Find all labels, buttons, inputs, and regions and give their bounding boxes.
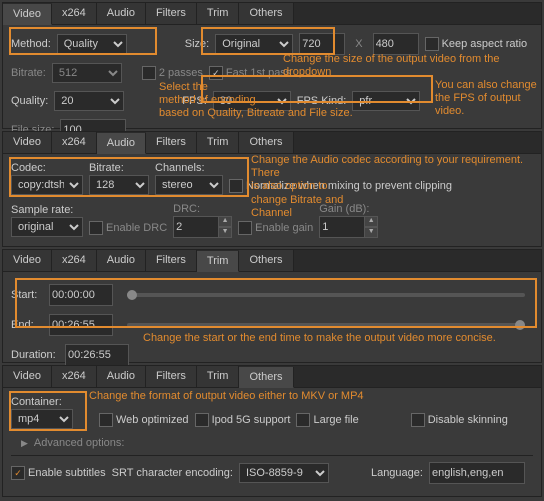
height-input[interactable] bbox=[373, 33, 419, 55]
tab-others[interactable]: Others bbox=[239, 3, 293, 24]
tab-video[interactable]: Video bbox=[3, 4, 52, 25]
drc-down[interactable]: ▼ bbox=[218, 227, 232, 238]
fpskind-select[interactable]: pfr bbox=[352, 91, 420, 111]
disableskin-checkbox[interactable] bbox=[411, 413, 425, 427]
advopt-label: Advanced options: bbox=[34, 437, 125, 449]
enablegain-checkbox[interactable] bbox=[238, 221, 252, 235]
chevron-right-icon[interactable]: ▶ bbox=[21, 438, 28, 449]
abitrate-select[interactable]: 128 bbox=[89, 175, 149, 195]
keep-aspect-label: Keep aspect ratio bbox=[442, 38, 528, 50]
fpskind-label: FPS Kind: bbox=[297, 95, 347, 107]
tab-audio[interactable]: Audio bbox=[97, 366, 146, 387]
twopass-label: 2 passes bbox=[159, 67, 203, 79]
normalize-label: Normalize when mixing to prevent clippin… bbox=[246, 180, 452, 192]
size-label: Size: bbox=[185, 38, 209, 50]
disableskin-label: Disable skinning bbox=[428, 414, 508, 426]
tab-audio[interactable]: Audio bbox=[97, 3, 146, 24]
tab-trim[interactable]: Trim bbox=[197, 366, 240, 387]
enablesub-checkbox[interactable]: ✓ bbox=[11, 466, 25, 480]
tab-x264[interactable]: x264 bbox=[52, 3, 97, 24]
bitrate-select[interactable]: 512 bbox=[52, 63, 122, 83]
srt-label: SRT character encoding: bbox=[112, 467, 233, 479]
tab-others[interactable]: Others bbox=[239, 367, 293, 388]
largefile-checkbox[interactable] bbox=[296, 413, 310, 427]
bitrate-label: Bitrate: bbox=[11, 67, 46, 79]
start-label: Start: bbox=[11, 289, 43, 301]
method-select[interactable]: Quality bbox=[57, 34, 127, 54]
end-input[interactable] bbox=[49, 314, 113, 336]
tab-video[interactable]: Video bbox=[3, 366, 52, 387]
samplerate-select[interactable]: original bbox=[11, 217, 83, 237]
start-slider[interactable] bbox=[127, 293, 525, 297]
abitrate-label: Bitrate: bbox=[89, 162, 149, 174]
fps-label: FPS: bbox=[182, 95, 206, 107]
tab-trim[interactable]: Trim bbox=[197, 132, 240, 153]
tabs-video-panel: Video x264 Audio Filters Trim Others bbox=[3, 3, 541, 25]
tab-audio[interactable]: Audio bbox=[97, 133, 146, 154]
ipod-checkbox[interactable] bbox=[195, 413, 209, 427]
enabledrc-label: Enable DRC bbox=[106, 222, 167, 234]
start-input[interactable] bbox=[49, 284, 113, 306]
tab-filters[interactable]: Filters bbox=[146, 366, 197, 387]
fps-select[interactable]: 30 bbox=[213, 91, 291, 111]
twopass-checkbox[interactable] bbox=[142, 66, 156, 80]
srt-select[interactable]: ISO-8859-9 bbox=[239, 463, 329, 483]
enabledrc-checkbox[interactable] bbox=[89, 221, 103, 235]
gain-input[interactable] bbox=[319, 216, 365, 238]
enablegain-label: Enable gain bbox=[255, 222, 313, 234]
drc-up[interactable]: ▲ bbox=[218, 216, 232, 227]
tab-audio[interactable]: Audio bbox=[97, 250, 146, 271]
channels-label: Channels: bbox=[155, 162, 223, 174]
tab-video[interactable]: Video bbox=[3, 132, 52, 153]
tab-filters[interactable]: Filters bbox=[146, 132, 197, 153]
gain-up[interactable]: ▲ bbox=[364, 216, 378, 227]
end-slider[interactable] bbox=[127, 323, 525, 327]
size-select[interactable]: Original bbox=[215, 34, 293, 54]
tab-trim[interactable]: Trim bbox=[197, 3, 240, 24]
width-input[interactable] bbox=[299, 33, 345, 55]
duration-input[interactable] bbox=[65, 344, 129, 366]
tab-x264[interactable]: x264 bbox=[52, 250, 97, 271]
tab-trim[interactable]: Trim bbox=[197, 251, 240, 272]
tab-x264[interactable]: x264 bbox=[52, 132, 97, 153]
codec-select[interactable]: copy:dtshd bbox=[11, 175, 83, 195]
channels-select[interactable]: stereo bbox=[155, 175, 223, 195]
drc-input[interactable] bbox=[173, 216, 219, 238]
tab-filters[interactable]: Filters bbox=[146, 3, 197, 24]
tab-video[interactable]: Video bbox=[3, 250, 52, 271]
end-label: End: bbox=[11, 319, 43, 331]
size-x: X bbox=[351, 38, 366, 50]
gain-label: Gain (dB): bbox=[319, 203, 378, 215]
gain-down[interactable]: ▼ bbox=[364, 227, 378, 238]
tab-others[interactable]: Others bbox=[239, 250, 293, 271]
tab-filters[interactable]: Filters bbox=[146, 250, 197, 271]
largefile-label: Large file bbox=[313, 414, 358, 426]
lang-label: Language: bbox=[371, 467, 423, 479]
webopt-label: Web optimized bbox=[116, 414, 189, 426]
drc-label: DRC: bbox=[173, 203, 232, 215]
keep-aspect-checkbox[interactable] bbox=[425, 37, 439, 51]
fast1st-label: Fast 1st pass bbox=[226, 67, 291, 79]
webopt-checkbox[interactable] bbox=[99, 413, 113, 427]
quality-label: Quality: bbox=[11, 95, 48, 107]
method-label: Method: bbox=[11, 38, 51, 50]
container-label: Container: bbox=[11, 396, 73, 408]
tab-x264[interactable]: x264 bbox=[52, 366, 97, 387]
enablesub-label: Enable subtitles bbox=[28, 467, 106, 479]
quality-select[interactable]: 20 bbox=[54, 91, 124, 111]
ipod-label: Ipod 5G support bbox=[212, 414, 291, 426]
samplerate-label: Sample rate: bbox=[11, 204, 83, 216]
codec-label: Codec: bbox=[11, 162, 83, 174]
lang-input[interactable] bbox=[429, 462, 525, 484]
container-select[interactable]: mp4 bbox=[11, 409, 73, 429]
normalize-checkbox[interactable] bbox=[229, 179, 243, 193]
tab-others[interactable]: Others bbox=[239, 132, 293, 153]
duration-label: Duration: bbox=[11, 349, 59, 361]
fast1st-checkbox[interactable]: ✓ bbox=[209, 66, 223, 80]
